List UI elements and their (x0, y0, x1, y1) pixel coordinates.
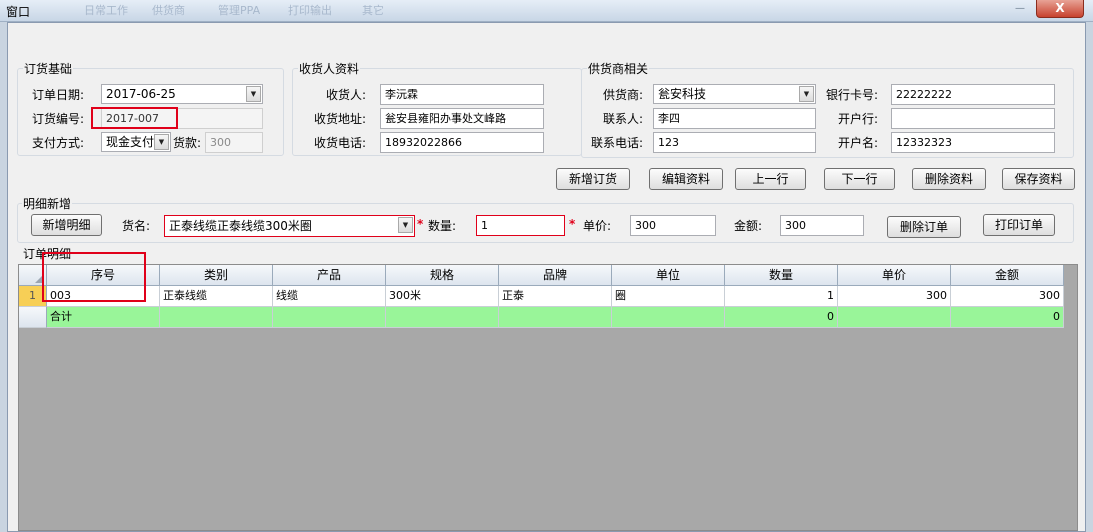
supplier-contact-label: 联系人: (603, 112, 644, 126)
highlight-box (91, 107, 178, 129)
bank-name-field[interactable] (891, 108, 1055, 129)
window-title: 窗口 (6, 5, 31, 19)
background-tab: 打印输出 (288, 4, 332, 17)
order-no-label: 订货编号: (32, 112, 85, 126)
background-tab: 其它 (362, 4, 384, 17)
table-cell[interactable]: 300 (838, 286, 951, 307)
order-window: 订货基础 订单日期: 2017-06-25 ▼ 订货编号: 2017-007 支付… (7, 22, 1086, 532)
minimize-button[interactable]: — (1010, 3, 1030, 15)
table-cell[interactable]: 圈 (612, 286, 725, 307)
supplier-phone-label: 联系电话: (591, 136, 644, 150)
supplier-phone-field[interactable]: 123 (653, 132, 816, 153)
receiver-address-field[interactable]: 瓮安县雍阳办事处文峰路 (380, 108, 544, 129)
total-cell (160, 307, 273, 328)
quantity-label: 数量: (428, 219, 457, 233)
amount-field[interactable]: 300 (780, 215, 864, 236)
table-cell[interactable]: 正泰 (499, 286, 612, 307)
delete-info-button[interactable]: 删除资料 (912, 168, 986, 190)
table-cell[interactable]: 1 (725, 286, 838, 307)
order-date-label: 订单日期: (32, 88, 85, 102)
column-header[interactable]: 规格 (386, 265, 499, 286)
delete-order-button[interactable]: 删除订单 (887, 216, 961, 238)
column-header[interactable]: 单位 (612, 265, 725, 286)
order-basic-legend: 订货基础 (23, 62, 74, 76)
column-header[interactable]: 数量 (725, 265, 838, 286)
edit-info-button[interactable]: 编辑资料 (649, 168, 723, 190)
total-cell (273, 307, 386, 328)
order-date-picker[interactable]: 2017-06-25 ▼ (101, 84, 263, 104)
background-tab: 供货商 (152, 4, 185, 17)
receiver-phone-label: 收货电话: (314, 136, 367, 150)
goods-name-select[interactable]: 正泰线缆正泰线缆300米圈 ▼ (164, 215, 415, 237)
total-cell (838, 307, 951, 328)
payment-method-value: 现金支付 (106, 135, 155, 149)
table-cell[interactable]: 正泰线缆 (160, 286, 273, 307)
row-header[interactable] (19, 307, 47, 328)
detail-add-legend: 明细新增 (22, 197, 73, 211)
dropdown-arrow-icon[interactable]: ▼ (398, 217, 413, 233)
total-cell: 0 (725, 307, 838, 328)
bank-name-label: 开户行: (838, 112, 879, 126)
goods-name-value: 正泰线缆正泰线缆300米圈 (169, 219, 312, 233)
supplier-select[interactable]: 瓮安科技 ▼ (653, 84, 816, 104)
amount-label: 金额: (734, 219, 763, 233)
payment-amount-field[interactable]: 300 (205, 132, 263, 153)
new-order-button[interactable]: 新增订货 (556, 168, 630, 190)
add-detail-button[interactable]: 新增明细 (31, 214, 102, 236)
receiver-name-field[interactable]: 李沅霖 (380, 84, 544, 105)
total-cell (386, 307, 499, 328)
order-date-value: 2017-06-25 (106, 87, 176, 101)
print-order-button[interactable]: 打印订单 (983, 214, 1055, 236)
unit-price-field[interactable]: 300 (630, 215, 716, 236)
supplier-name-label: 供货商: (603, 88, 644, 102)
dropdown-arrow-icon[interactable]: ▼ (246, 86, 261, 102)
title-bar: 窗口 日常工作 供货商 管理PPA 打印输出 其它 — X (0, 0, 1093, 22)
required-mark: * (569, 217, 576, 231)
table-cell[interactable]: 300米 (386, 286, 499, 307)
column-header[interactable]: 类别 (160, 265, 273, 286)
prev-row-button[interactable]: 上一行 (735, 168, 806, 190)
receiver-legend: 收货人资料 (298, 62, 361, 76)
save-info-button[interactable]: 保存资料 (1002, 168, 1075, 190)
payment-method-select[interactable]: 现金支付 ▼ (101, 132, 171, 152)
quantity-field[interactable]: 1 (476, 215, 565, 236)
receiver-name-label: 收货人: (326, 88, 367, 102)
total-cell (612, 307, 725, 328)
order-detail-grid[interactable]: 序号 类别 产品 规格 品牌 单位 数量 单价 金额 1 003 正泰线缆 线缆… (18, 264, 1078, 531)
required-mark: * (417, 217, 424, 231)
dropdown-arrow-icon[interactable]: ▼ (154, 134, 169, 150)
total-cell (499, 307, 612, 328)
receiver-address-label: 收货地址: (314, 112, 367, 126)
column-header[interactable]: 单价 (838, 265, 951, 286)
dropdown-arrow-icon[interactable]: ▼ (799, 86, 814, 102)
close-button[interactable]: X (1036, 0, 1084, 18)
supplier-legend: 供货商相关 (587, 62, 650, 76)
unit-price-label: 单价: (583, 219, 612, 233)
column-header[interactable]: 产品 (273, 265, 386, 286)
table-cell[interactable]: 300 (951, 286, 1064, 307)
payment-method-label: 支付方式: (32, 136, 85, 150)
account-holder-field[interactable]: 12332323 (891, 132, 1055, 153)
account-holder-label: 开户名: (838, 136, 879, 150)
payment-amount-label: 货款: (173, 136, 202, 150)
table-cell[interactable]: 线缆 (273, 286, 386, 307)
receiver-phone-field[interactable]: 18932022866 (380, 132, 544, 153)
column-header[interactable]: 金额 (951, 265, 1064, 286)
total-cell: 0 (951, 307, 1064, 328)
supplier-contact-field[interactable]: 李四 (653, 108, 816, 129)
bank-card-field[interactable]: 22222222 (891, 84, 1055, 105)
total-cell: 合计 (47, 307, 160, 328)
highlight-box (42, 252, 146, 302)
bank-card-label: 银行卡号: (826, 88, 879, 102)
background-tab: 日常工作 (84, 4, 128, 17)
next-row-button[interactable]: 下一行 (824, 168, 895, 190)
background-tab: 管理PPA (218, 4, 261, 17)
column-header[interactable]: 品牌 (499, 265, 612, 286)
goods-name-label: 货名: (122, 219, 151, 233)
supplier-value: 瓮安科技 (658, 87, 707, 101)
